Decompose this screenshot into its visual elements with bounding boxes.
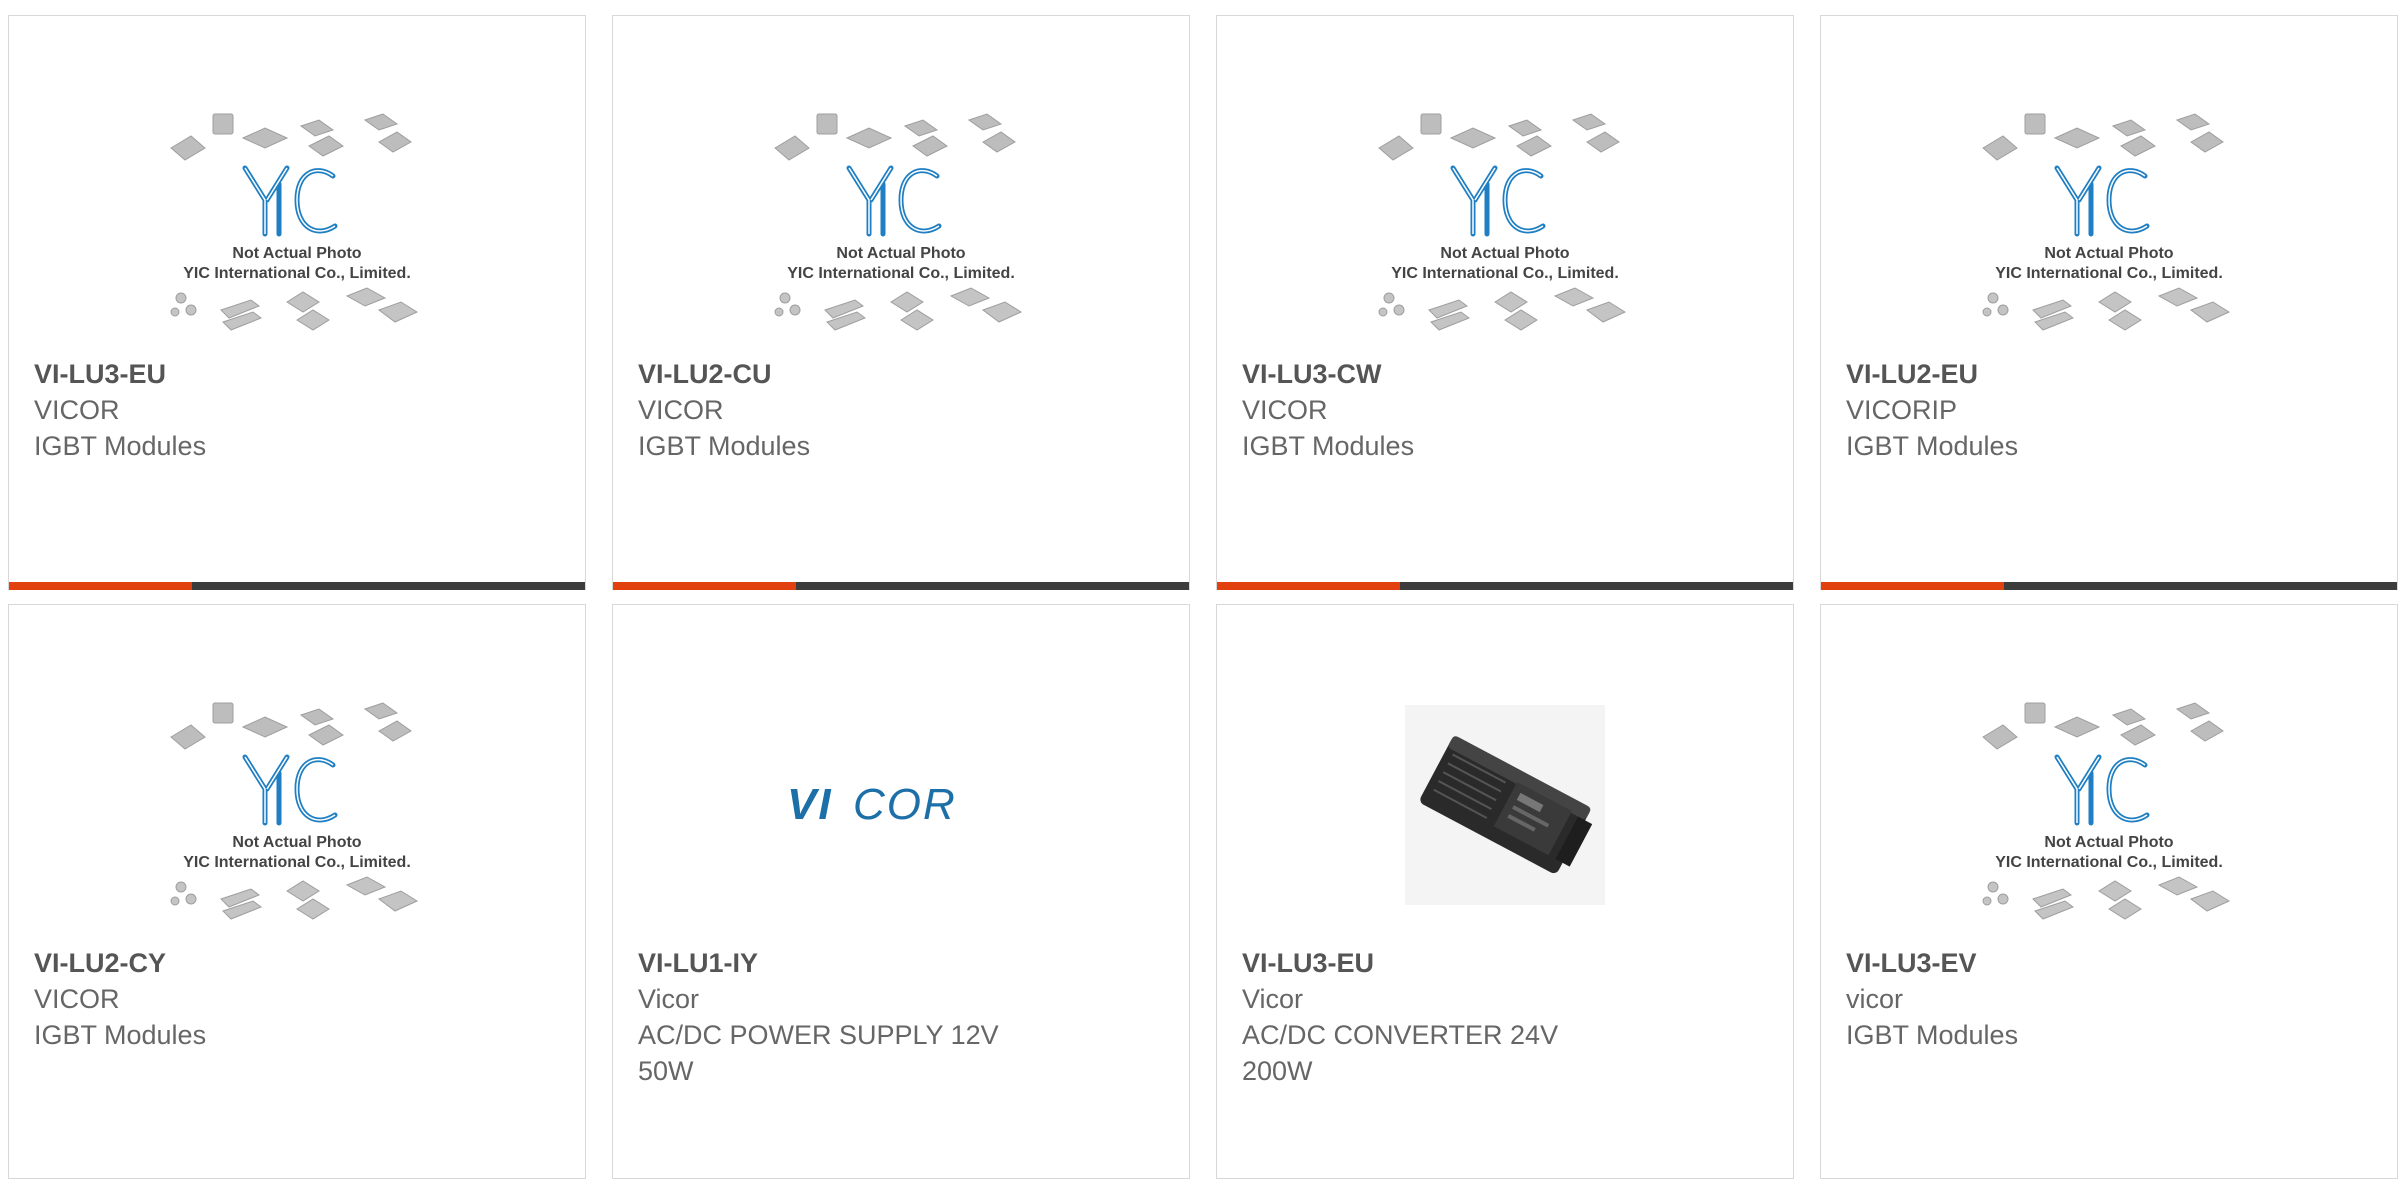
- yic-placeholder-icon: Not Actual Photo YIC International Co., …: [774, 113, 1023, 331]
- yic-placeholder-icon: Not Actual Photo YIC International Co., …: [170, 702, 419, 920]
- product-image-placeholder[interactable]: Not Actual Photo YIC International Co., …: [1821, 685, 2397, 925]
- description-label: AC/DC CONVERTER 24V 200W: [1242, 1020, 1559, 1086]
- description-label: AC/DC POWER SUPPLY 12V 50W: [638, 1020, 999, 1086]
- svg-text:Not Actual Photo: Not Actual Photo: [232, 834, 361, 851]
- power-supply-photo-icon: [1405, 705, 1605, 905]
- accent-bar: [1821, 582, 2004, 590]
- yic-placeholder-icon: Not Actual Photo YIC International Co., …: [1378, 113, 1627, 331]
- product-card[interactable]: Not Actual Photo YIC International Co., …: [8, 604, 586, 1179]
- svg-text:Not Actual Photo: Not Actual Photo: [232, 245, 361, 262]
- accent-bar: [9, 582, 192, 590]
- svg-text:YIC International Co., Limited: YIC International Co., Limited.: [183, 265, 411, 282]
- product-card[interactable]: Not Actual Photo YIC International Co., …: [1820, 604, 2398, 1179]
- yic-placeholder-icon: Not Actual Photo YIC International Co., …: [170, 113, 419, 331]
- manufacturer-label: VICOR: [34, 395, 120, 425]
- manufacturer-label: VICORIP: [1846, 395, 1958, 425]
- svg-text:YIC International Co., Limited: YIC International Co., Limited.: [1391, 265, 1619, 282]
- card-bottom-bar: [1821, 582, 2397, 590]
- part-number-link[interactable]: VI-LU2-CY: [34, 945, 425, 981]
- manufacturer-label: vicor: [1846, 984, 1904, 1014]
- manufacturer-label: Vicor: [638, 984, 700, 1014]
- svg-text:YIC International Co., Limited: YIC International Co., Limited.: [1995, 854, 2223, 871]
- product-card[interactable]: VI-LU3-EU Vicor AC/DC CONVERTER 24V 200W: [1216, 604, 1794, 1179]
- description-label: IGBT Modules: [34, 431, 207, 461]
- part-number-link[interactable]: VI-LU3-EU: [1242, 945, 1633, 981]
- vicor-logo-rest: COR: [853, 780, 957, 829]
- product-image-placeholder[interactable]: Not Actual Photo YIC International Co., …: [9, 685, 585, 925]
- description-label: IGBT Modules: [1846, 431, 2019, 461]
- manufacturer-label: Vicor: [1242, 984, 1304, 1014]
- manufacturer-label: VICOR: [34, 984, 120, 1014]
- product-image-vicor-logo[interactable]: VI COR: [613, 685, 1189, 925]
- card-bottom-bar: [9, 582, 585, 590]
- manufacturer-label: VICOR: [638, 395, 724, 425]
- product-image-placeholder[interactable]: Not Actual Photo YIC International Co., …: [9, 96, 585, 336]
- manufacturer-label: VICOR: [1242, 395, 1328, 425]
- svg-text:YIC International Co., Limited: YIC International Co., Limited.: [787, 265, 1015, 282]
- vicor-logo-icon: VI COR: [787, 780, 957, 829]
- card-bottom-bar: [1217, 582, 1793, 590]
- svg-text:Not Actual Photo: Not Actual Photo: [1440, 245, 1569, 262]
- product-image-placeholder[interactable]: Not Actual Photo YIC International Co., …: [1821, 96, 2397, 336]
- description-label: IGBT Modules: [1242, 431, 1415, 461]
- product-card[interactable]: Not Actual Photo YIC International Co., …: [612, 15, 1190, 590]
- description-label: IGBT Modules: [34, 1020, 207, 1050]
- description-label: IGBT Modules: [638, 431, 811, 461]
- card-bottom-bar: [613, 582, 1189, 590]
- product-card[interactable]: Not Actual Photo YIC International Co., …: [8, 15, 586, 590]
- svg-text:Not Actual Photo: Not Actual Photo: [2044, 245, 2173, 262]
- yic-placeholder-icon: Not Actual Photo YIC International Co., …: [1982, 113, 2231, 331]
- product-card[interactable]: Not Actual Photo YIC International Co., …: [1820, 15, 2398, 590]
- product-image-placeholder[interactable]: Not Actual Photo YIC International Co., …: [1217, 96, 1793, 336]
- product-image-photo[interactable]: [1217, 685, 1793, 925]
- product-card[interactable]: Not Actual Photo YIC International Co., …: [1216, 15, 1794, 590]
- product-grid: Not Actual Photo YIC International Co., …: [8, 15, 2398, 1179]
- svg-text:Not Actual Photo: Not Actual Photo: [836, 245, 965, 262]
- svg-text:Not Actual Photo: Not Actual Photo: [2044, 834, 2173, 851]
- accent-bar: [613, 582, 796, 590]
- part-number-link[interactable]: VI-LU1-IY: [638, 945, 1029, 981]
- part-number-link[interactable]: VI-LU3-CW: [1242, 356, 1633, 392]
- svg-text:YIC International Co., Limited: YIC International Co., Limited.: [1995, 265, 2223, 282]
- vicor-logo-bold: VI: [787, 780, 833, 829]
- description-label: IGBT Modules: [1846, 1020, 2019, 1050]
- yic-placeholder-icon: Not Actual Photo YIC International Co., …: [1982, 702, 2231, 920]
- product-image-placeholder[interactable]: Not Actual Photo YIC International Co., …: [613, 96, 1189, 336]
- part-number-link[interactable]: VI-LU3-EV: [1846, 945, 2237, 981]
- part-number-link[interactable]: VI-LU2-EU: [1846, 356, 2237, 392]
- svg-text:YIC International Co., Limited: YIC International Co., Limited.: [183, 854, 411, 871]
- part-number-link[interactable]: VI-LU3-EU: [34, 356, 425, 392]
- accent-bar: [1217, 582, 1400, 590]
- product-card[interactable]: VI COR VI-LU1-IY Vicor AC/DC POWER SUPPL…: [612, 604, 1190, 1179]
- part-number-link[interactable]: VI-LU2-CU: [638, 356, 1029, 392]
